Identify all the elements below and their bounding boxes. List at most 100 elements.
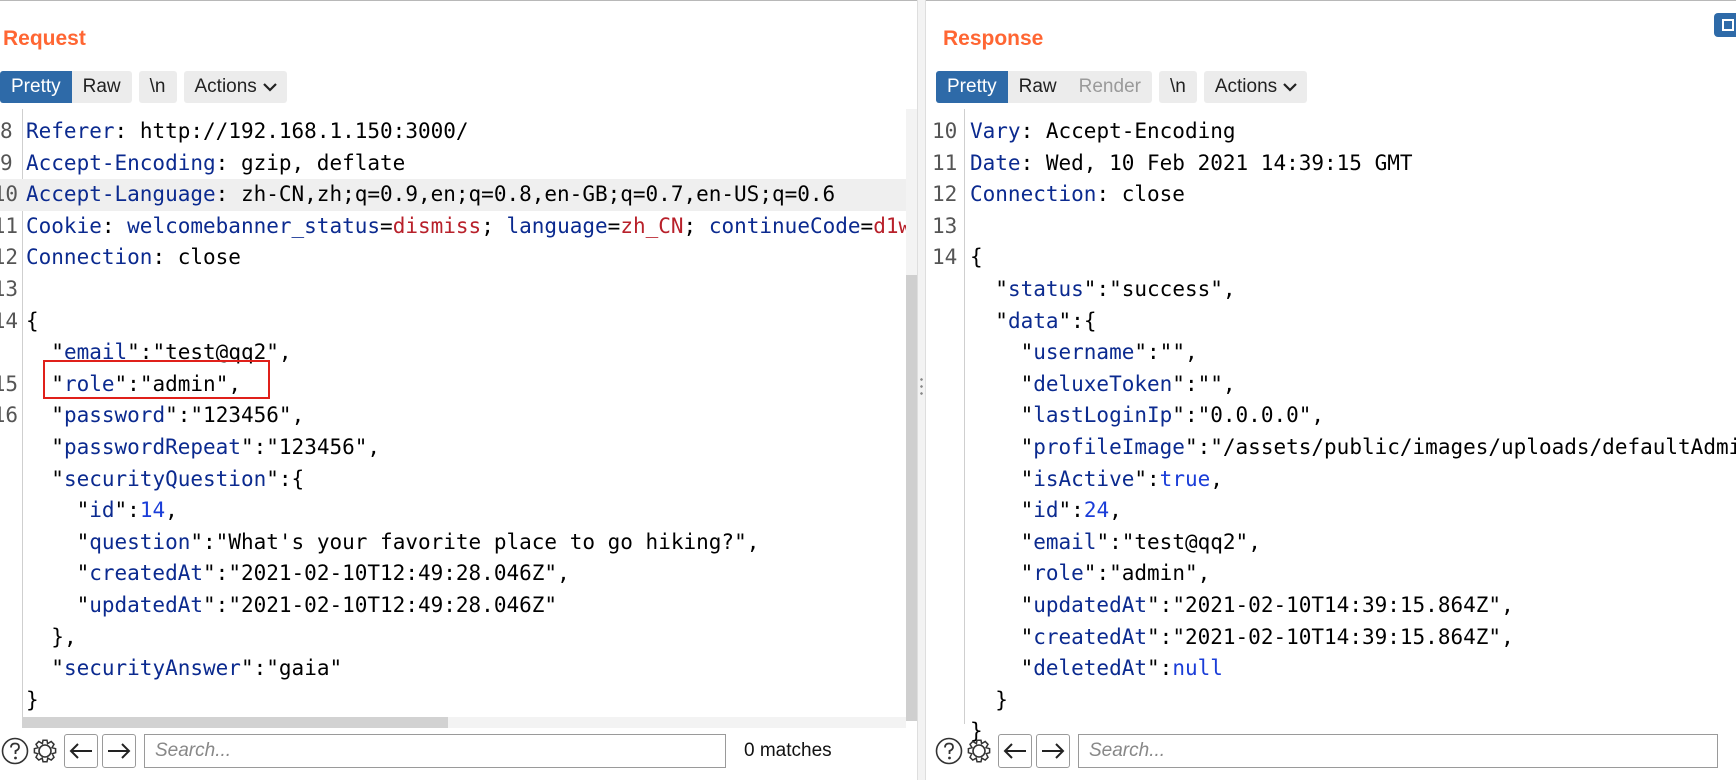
punctuation: , [278, 340, 292, 365]
request-tab-raw[interactable]: Raw [72, 71, 132, 103]
punctuation: = [607, 213, 621, 238]
request-vertical-scrollbar[interactable] [906, 109, 917, 721]
line-content: Accept-Encoding: gzip, deflate [26, 148, 405, 180]
request-actions-label: Actions [194, 76, 257, 97]
response-newline-toggle[interactable]: \n [1158, 71, 1197, 103]
code-line: 11 Cookie: welcomebanner_status=dismiss; … [0, 211, 917, 243]
request-horizontal-scrollbar[interactable] [22, 717, 906, 728]
request-match-count: 0 matches [744, 740, 832, 761]
response-editor[interactable]: 10 Vary: Accept-Encoding 11 Date: Wed, 10 F… [926, 116, 1736, 748]
arrow-left-icon [1003, 743, 1026, 759]
line-content: Date: Wed, 10 Feb 2021 14:39:15 GMT [970, 148, 1413, 180]
line-number: 10 [0, 182, 18, 207]
scrollbar-thumb[interactable] [22, 717, 448, 728]
punctuation: " [26, 466, 64, 491]
code-line: 8 Referer: http://192.168.1.150:3000/ [0, 116, 906, 148]
json-literal: true [1159, 466, 1211, 491]
punctuation: " [1172, 340, 1185, 365]
gear-icon[interactable] [30, 734, 60, 768]
json-number: 14 [139, 498, 166, 523]
punctuation: " [26, 403, 64, 428]
punctuation: " [1172, 592, 1185, 617]
punctuation: ; [683, 213, 709, 238]
request-search-input[interactable] [144, 734, 726, 768]
line-content: "role":"admin", [970, 558, 1211, 590]
punctuation: : [1020, 119, 1046, 143]
response-tabbar: Pretty Raw Render \n Actions [936, 71, 1308, 103]
line-content: "isActive":true, [970, 464, 1223, 496]
header-value: http://192.168.1.150:3000/ [139, 119, 469, 143]
gear-icon[interactable] [964, 734, 994, 768]
cookie-value: zh_CN [620, 213, 684, 238]
response-search-input[interactable] [1078, 734, 1718, 768]
punctuation: " [1235, 529, 1249, 554]
pane-splitter[interactable] [917, 0, 926, 780]
response-searchbar [934, 731, 1736, 771]
request-actions-menu[interactable]: Actions [183, 71, 287, 103]
json-key: securityQuestion [63, 466, 267, 491]
punctuation: : [152, 245, 178, 270]
punctuation: ": [165, 403, 191, 428]
punctuation: " [970, 308, 1008, 333]
line-number: 12 [932, 182, 958, 207]
code-line: "role":"admin", [926, 558, 1736, 590]
line-content: { [26, 306, 39, 338]
json-string: 2021-02-10T14:39:15.864Z [1184, 592, 1489, 617]
code-line: "createdAt":"2021-02-10T14:39:15.864Z", [926, 622, 1736, 654]
punctuation: = [380, 213, 393, 238]
help-icon[interactable] [0, 734, 30, 768]
punctuation: = [860, 213, 874, 238]
punctuation: : [215, 182, 241, 207]
search-prev-button[interactable] [64, 734, 98, 768]
punctuation: : [1020, 150, 1046, 175]
punctuation: " [215, 529, 229, 554]
punctuation: : [114, 119, 140, 143]
code-line: "data":{ [926, 306, 1736, 338]
scrollbar-thumb[interactable] [906, 275, 917, 721]
search-prev-button[interactable] [998, 734, 1032, 768]
search-next-button[interactable] [1036, 734, 1070, 768]
code-line: 9 Accept-Encoding: gzip, deflate [0, 148, 906, 180]
chevron-down-icon [1283, 82, 1297, 92]
punctuation: , [1109, 498, 1122, 523]
search-next-button[interactable] [102, 734, 136, 768]
json-string: admin [1121, 561, 1185, 586]
punctuation: , [1222, 371, 1236, 396]
json-string: success [1121, 276, 1211, 301]
code-line: "passwordRepeat":"123456", [0, 432, 906, 464]
line-content: "updatedAt":"2021-02-10T12:49:28.046Z" [26, 590, 558, 622]
punctuation: , [165, 498, 178, 523]
request-editor[interactable]: 8 Referer: http://192.168.1.150:3000/9 Acc… [0, 116, 917, 716]
header-name: Cookie [26, 213, 102, 238]
json-string: 123456 [203, 403, 279, 428]
punctuation: " [26, 656, 64, 681]
json-key: profileImage [1033, 434, 1185, 459]
request-searchbar: 0 matches [0, 731, 917, 771]
request-tab-pretty[interactable]: Pretty [0, 71, 72, 103]
line-number: 10 [932, 119, 958, 143]
code-line: "isActive":true, [926, 464, 1736, 496]
response-actions-menu[interactable]: Actions [1203, 71, 1308, 103]
punctuation: ": [203, 592, 229, 617]
code-line: 13 [926, 211, 1736, 243]
code-line: "updatedAt":"2021-02-10T14:39:15.864Z", [926, 590, 1736, 622]
json-string: 0.0.0.0 [1210, 403, 1299, 428]
punctuation: " [970, 434, 1034, 459]
response-tab-pretty[interactable]: Pretty [936, 71, 1008, 103]
header-name: Accept-Encoding [26, 150, 216, 175]
code-line: 12 Connection: close [0, 242, 906, 274]
line-content: "status":"success", [970, 274, 1235, 306]
help-icon[interactable] [934, 734, 964, 768]
request-newline-toggle[interactable]: \n [138, 71, 177, 103]
json-string: gaia [278, 656, 330, 681]
window-toggle-icon[interactable] [1714, 13, 1736, 37]
line-number: 11 [932, 150, 958, 175]
header-value: zh-CN,zh;q=0.9,en;q=0.8,en-GB;q=0.7,en-U… [240, 182, 836, 207]
json-key: updatedAt [1033, 592, 1148, 617]
request-tabbar: Pretty Raw \n Actions [0, 71, 287, 103]
response-tab-raw[interactable]: Raw [1008, 71, 1068, 103]
code-line: "email":"test@qq2", [926, 527, 1736, 559]
line-content: "passwordRepeat":"123456", [26, 432, 380, 464]
punctuation: : [215, 150, 241, 175]
punctuation: ": [1147, 592, 1173, 617]
